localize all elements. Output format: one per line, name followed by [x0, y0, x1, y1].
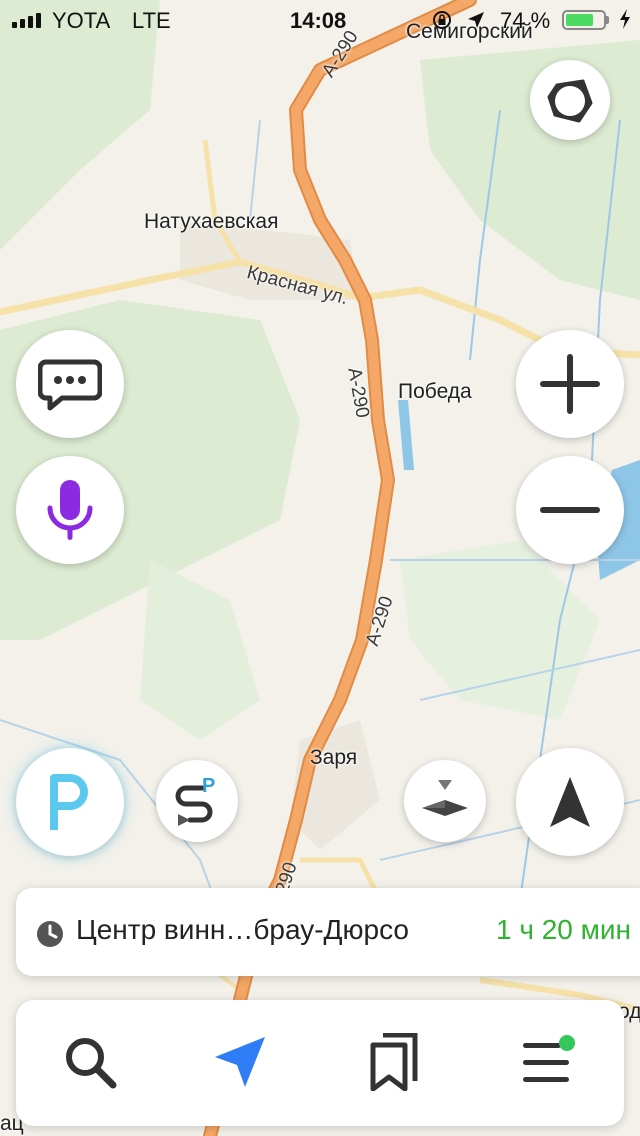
place-label-pobeda: Победа [398, 380, 472, 403]
parking-route-button[interactable]: P [156, 760, 238, 842]
alice-assistant-button[interactable] [530, 60, 610, 140]
parking-route-icon: P [175, 775, 215, 826]
compass-button[interactable] [404, 760, 486, 842]
search-icon [66, 1038, 117, 1089]
alice-assistant-icon [547, 79, 593, 123]
my-location-button[interactable] [516, 748, 624, 856]
menu-icon [523, 1035, 575, 1082]
svg-text:P: P [202, 775, 215, 797]
bottom-tab-bar [16, 1000, 624, 1126]
compass-icon [422, 780, 468, 816]
clock: 14:08 [290, 8, 347, 33]
minus-icon [540, 507, 600, 513]
network-type: LTE [132, 8, 171, 33]
tab-bookmarks[interactable] [362, 1030, 426, 1094]
status-bar: YOTA LTE 14:08 74 % [0, 0, 640, 40]
signal-strength-icon [12, 12, 41, 28]
carrier-name: YOTA [52, 8, 111, 33]
place-label-natukhaevskaya: Натухаевская [144, 210, 279, 233]
chat-button[interactable] [16, 330, 124, 438]
orientation-lock-icon [432, 10, 452, 36]
tab-menu[interactable] [516, 1030, 580, 1094]
battery-icon [562, 10, 606, 30]
route-card[interactable]: Центр винн…брау-Дюрсо 1 ч 20 мин [16, 888, 640, 976]
parking-button[interactable] [16, 748, 124, 856]
navigation-arrow-icon [550, 777, 590, 827]
tab-search[interactable] [58, 1030, 122, 1094]
navigation-arrow-icon [215, 1037, 265, 1087]
notification-dot [559, 1035, 575, 1051]
chat-bubble-icon [38, 359, 102, 411]
zoom-out-button[interactable] [516, 456, 624, 564]
bookmarks-icon [370, 1033, 418, 1091]
voice-input-button[interactable] [16, 456, 124, 564]
parking-icon [50, 774, 88, 830]
charging-bolt-icon [618, 8, 632, 36]
microphone-icon [47, 480, 93, 540]
route-destination: Центр винн…брау-Дюрсо [76, 914, 409, 945]
battery-percentage: 74 % [500, 8, 551, 33]
zoom-in-button[interactable] [516, 330, 624, 438]
clock-icon [36, 920, 64, 953]
tab-navigator[interactable] [208, 1030, 272, 1094]
place-label-zarya: Заря [310, 746, 358, 769]
plus-icon [540, 354, 600, 414]
route-eta: 1 ч 20 мин [496, 914, 631, 945]
location-arrow-icon [466, 10, 486, 36]
